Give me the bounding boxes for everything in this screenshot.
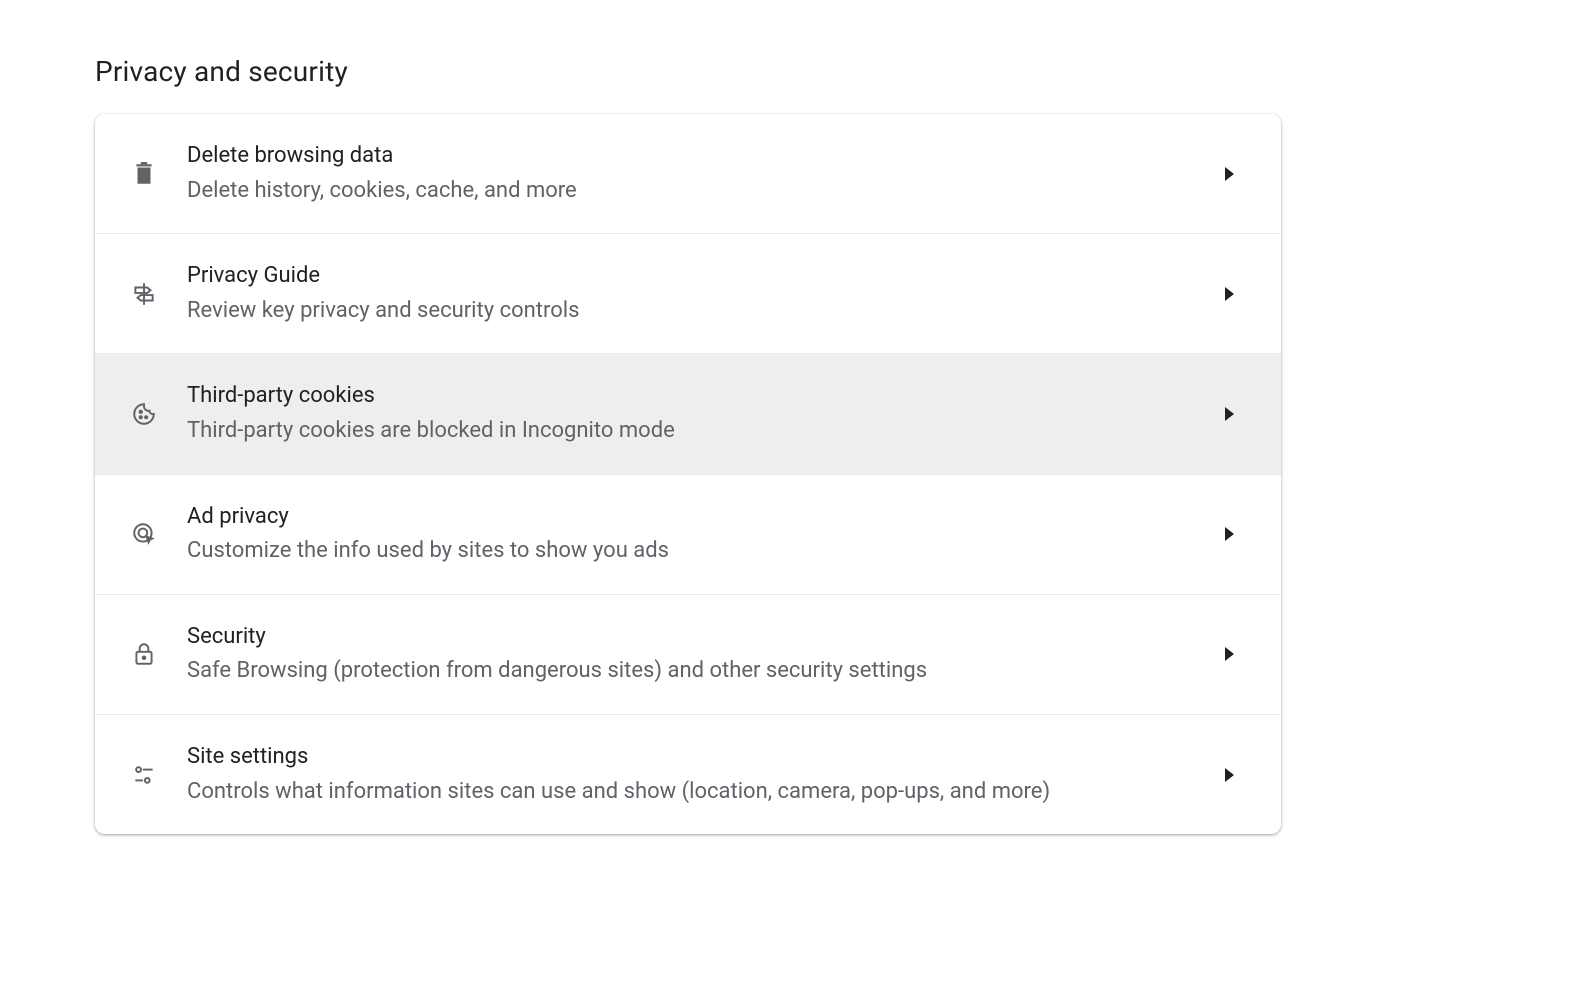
- ads-click-icon: [131, 521, 157, 547]
- tune-icon: [131, 762, 157, 788]
- row-text: Third-party cookies Third-party cookies …: [187, 382, 1199, 445]
- row-text: Delete browsing data Delete history, coo…: [187, 142, 1199, 205]
- row-title: Delete browsing data: [187, 142, 1199, 171]
- chevron-right-icon: [1219, 283, 1241, 305]
- section-title: Privacy and security: [95, 55, 348, 88]
- chevron-right-icon: [1219, 643, 1241, 665]
- row-subtitle: Review key privacy and security controls: [187, 297, 1199, 326]
- cookie-icon: [131, 401, 157, 427]
- chevron-right-icon: [1219, 403, 1241, 425]
- row-text: Site settings Controls what information …: [187, 743, 1199, 806]
- trash-icon: [131, 161, 157, 187]
- row-ad-privacy[interactable]: Ad privacy Customize the info used by si…: [95, 475, 1281, 595]
- row-subtitle: Delete history, cookies, cache, and more: [187, 177, 1199, 206]
- row-delete-browsing-data[interactable]: Delete browsing data Delete history, coo…: [95, 114, 1281, 234]
- chevron-right-icon: [1219, 523, 1241, 545]
- row-third-party-cookies[interactable]: Third-party cookies Third-party cookies …: [95, 354, 1281, 474]
- row-site-settings[interactable]: Site settings Controls what information …: [95, 715, 1281, 834]
- row-subtitle: Controls what information sites can use …: [187, 778, 1199, 807]
- row-text: Ad privacy Customize the info used by si…: [187, 503, 1199, 566]
- row-title: Third-party cookies: [187, 382, 1199, 411]
- row-text: Security Safe Browsing (protection from …: [187, 623, 1199, 686]
- signpost-icon: [131, 281, 157, 307]
- row-privacy-guide[interactable]: Privacy Guide Review key privacy and sec…: [95, 234, 1281, 354]
- row-subtitle: Third-party cookies are blocked in Incog…: [187, 417, 1199, 446]
- lock-icon: [131, 641, 157, 667]
- row-text: Privacy Guide Review key privacy and sec…: [187, 262, 1199, 325]
- row-security[interactable]: Security Safe Browsing (protection from …: [95, 595, 1281, 715]
- row-title: Site settings: [187, 743, 1199, 772]
- row-subtitle: Safe Browsing (protection from dangerous…: [187, 657, 1199, 686]
- chevron-right-icon: [1219, 163, 1241, 185]
- row-subtitle: Customize the info used by sites to show…: [187, 537, 1199, 566]
- privacy-security-card: Delete browsing data Delete history, coo…: [95, 114, 1281, 834]
- row-title: Privacy Guide: [187, 262, 1199, 291]
- chevron-right-icon: [1219, 764, 1241, 786]
- row-title: Security: [187, 623, 1199, 652]
- row-title: Ad privacy: [187, 503, 1199, 532]
